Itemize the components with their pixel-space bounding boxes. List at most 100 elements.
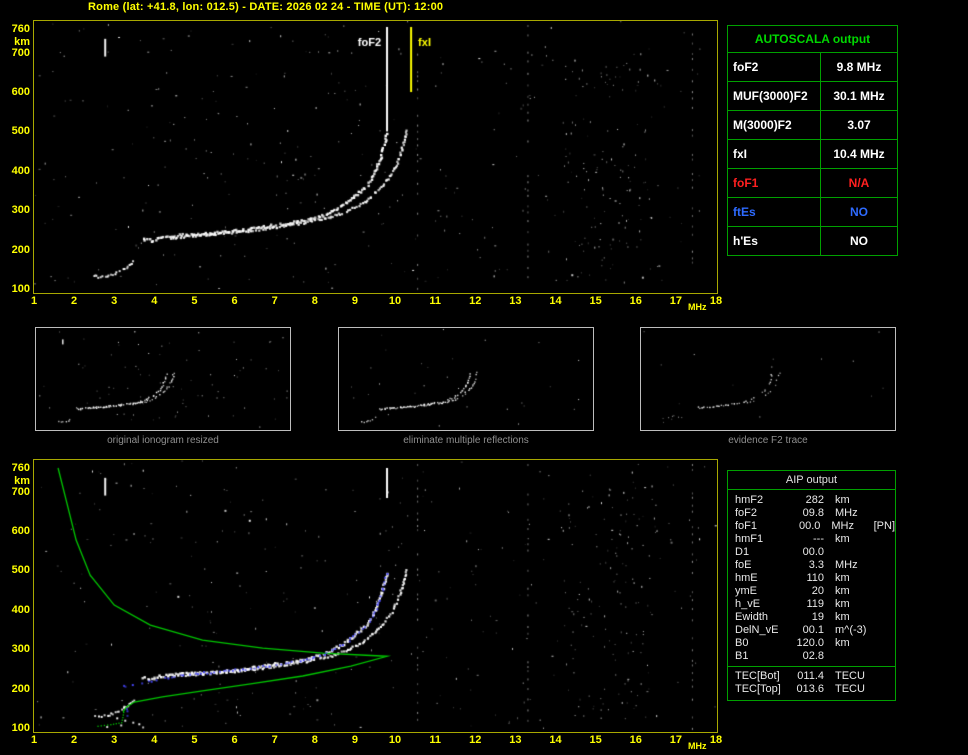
aip-param-unit: m^(-3): [835, 624, 867, 636]
table-row: h'Es NO: [727, 226, 898, 256]
aip-row: foF2 09.8 MHz: [728, 507, 895, 520]
aip-param-label: foF1: [735, 520, 758, 532]
x-tick-label: 4: [151, 734, 158, 746]
y-tick-label: 700: [11, 485, 30, 498]
y-axis-unit-label: km: [14, 475, 30, 487]
aip-param-label: D1: [735, 546, 750, 558]
x-tick-label: 17: [669, 734, 682, 746]
x-tick-label: 10: [388, 295, 402, 307]
aip-row: hmF1 --- km: [728, 533, 895, 546]
aip-param-value: 119: [806, 598, 824, 610]
x-tick-label: 6: [231, 734, 238, 746]
aip-param-label: foE: [735, 559, 752, 571]
aip-row: TEC[Bot] 011.4 TECU: [728, 670, 895, 683]
y-tick-label: 100: [11, 722, 30, 734]
aip-param-value: 3.3: [808, 559, 824, 571]
x-tick-label: 6: [231, 295, 238, 307]
aip-param-unit: MHz: [835, 559, 858, 571]
x-tick-label: 5: [191, 295, 198, 307]
x-tick-label: 12: [469, 734, 482, 746]
aip-row: hmE 110 km: [728, 572, 895, 585]
aip-row: DelN_vE 00.1 m^(-3): [728, 624, 895, 637]
autoscala-output-table: AUTOSCALA output foF2 9.8 MHz MUF(3000)F2 3…: [727, 25, 898, 256]
param-label: ftEs: [727, 197, 821, 227]
aip-param-label: hmF2: [735, 494, 764, 506]
table-row: ftEs NO: [727, 197, 898, 227]
aip-param-value: 00.0: [802, 546, 824, 558]
y-tick-label: 760: [11, 23, 30, 35]
thumbnail-multiple-reflections-removed: [338, 327, 594, 431]
aip-row: B0 120.0 km: [728, 637, 895, 650]
aip-param-value: 011.4: [797, 670, 824, 682]
aip-param-unit: km: [835, 611, 850, 623]
x-tick-label: 17: [669, 295, 682, 307]
aip-param-unit: TECU: [835, 670, 865, 682]
param-label: MUF(3000)F2: [727, 81, 821, 111]
x-tick-label: 13: [509, 734, 522, 746]
param-value: N/A: [820, 168, 898, 198]
ionogram-bottom-panel: [33, 459, 718, 733]
y-tick-label: 300: [11, 643, 30, 656]
aip-param-note: [PN]: [873, 520, 896, 532]
param-value: 3.07: [820, 110, 898, 140]
table-row: MUF(3000)F2 30.1 MHz: [727, 81, 898, 111]
x-tick-label: 18: [709, 295, 723, 307]
param-value: 30.1 MHz: [820, 81, 898, 111]
thumbnail-caption: eliminate multiple reflections: [403, 435, 529, 446]
aip-panel-header: AIP output: [728, 471, 895, 490]
aip-param-label: hmE: [735, 572, 758, 584]
x-tick-label: 7: [271, 734, 278, 746]
aip-row: foF1 00.0 MHz [PN]: [728, 520, 895, 533]
aip-param-label: B1: [735, 650, 749, 662]
aip-param-label: B0: [735, 637, 749, 649]
aip-param-value: 09.8: [802, 507, 824, 519]
aip-param-label: TEC[Bot]: [735, 670, 780, 682]
x-tick-label: 12: [469, 295, 482, 307]
aip-param-unit: [835, 650, 879, 663]
y-tick-label: 600: [11, 525, 30, 538]
aip-param-label: Ewidth: [735, 611, 769, 623]
table-row: foF2 9.8 MHz: [727, 52, 898, 82]
thumbnail-caption: evidence F2 trace: [728, 435, 808, 446]
x-tick-label: 8: [311, 734, 318, 746]
aip-param-label: DelN_vE: [735, 624, 779, 636]
aip-param-unit: km: [835, 637, 850, 649]
aip-param-value: 19: [811, 611, 824, 623]
y-tick-label: 500: [11, 564, 30, 577]
y-tick-label: 400: [11, 164, 30, 177]
x-axis-unit-label: MHz: [688, 741, 707, 751]
x-tick-label: 1: [30, 295, 38, 307]
aip-param-value: 013.6: [796, 683, 824, 695]
param-value: NO: [820, 197, 898, 227]
y-tick-label: 700: [11, 46, 30, 59]
ionogram-top-panel: [33, 20, 718, 294]
aip-divider: [728, 666, 895, 667]
ionogram-top-canvas: [34, 21, 717, 293]
x-tick-label: 1: [30, 734, 38, 746]
y-tick-label: 760: [11, 462, 30, 474]
aip-param-unit: km: [835, 572, 850, 584]
aip-param-value: 120.0: [796, 637, 824, 649]
aip-row: D1 00.0: [728, 546, 895, 559]
y-tick-label: 600: [11, 86, 30, 99]
x-tick-label: 9: [351, 734, 358, 746]
y-tick-label: 200: [11, 682, 30, 695]
aip-param-label: TEC[Top]: [735, 683, 781, 695]
aip-param-value: 110: [806, 572, 824, 584]
autoscala-table-header: AUTOSCALA output: [727, 25, 898, 53]
aip-param-value: 02.8: [802, 650, 824, 662]
y-tick-label: 100: [11, 283, 30, 295]
aip-output-panel: AIP output hmF2 282 km foF2 09.8 MHz foF1 00.0 M…: [727, 470, 896, 701]
aip-param-unit: TECU: [835, 683, 865, 695]
y-axis-unit-label: km: [14, 36, 30, 48]
x-tick-label: 5: [191, 734, 198, 746]
x-tick-label: 4: [151, 295, 158, 307]
x-tick-label: 3: [111, 734, 118, 746]
x-tick-label: 14: [549, 295, 562, 307]
x-tick-label: 2: [71, 734, 78, 746]
aip-param-unit: km: [835, 494, 850, 506]
table-row: fxI 10.4 MHz: [727, 139, 898, 169]
aip-row: ymE 20 km: [728, 585, 895, 598]
x-axis-unit-label: MHz: [688, 302, 707, 312]
x-tick-label: 15: [589, 734, 602, 746]
